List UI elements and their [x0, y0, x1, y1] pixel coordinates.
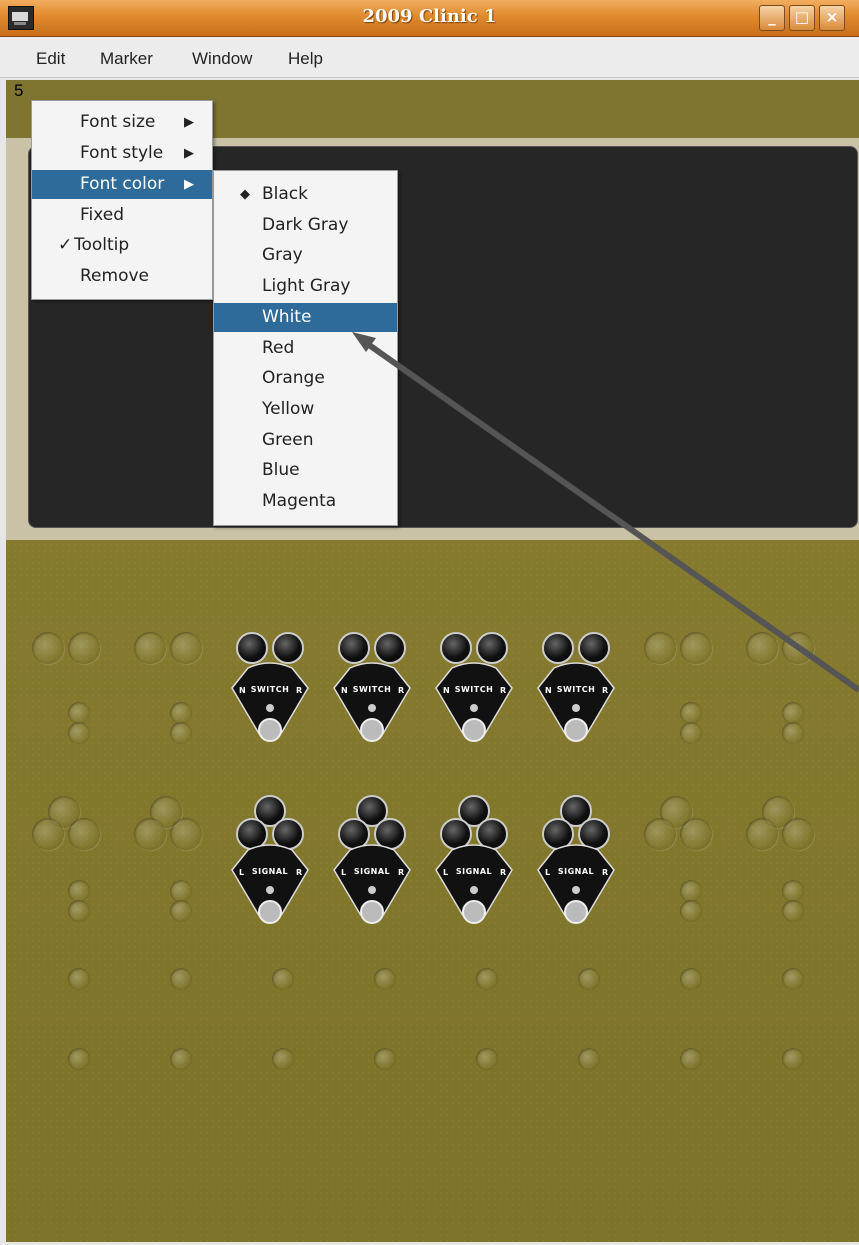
- annotation-arrow: [352, 332, 859, 693]
- app-window: 2009 Clinic 1 _ □ × Edit Marker Window H…: [0, 0, 859, 1245]
- arrow-shaft: [360, 337, 859, 693]
